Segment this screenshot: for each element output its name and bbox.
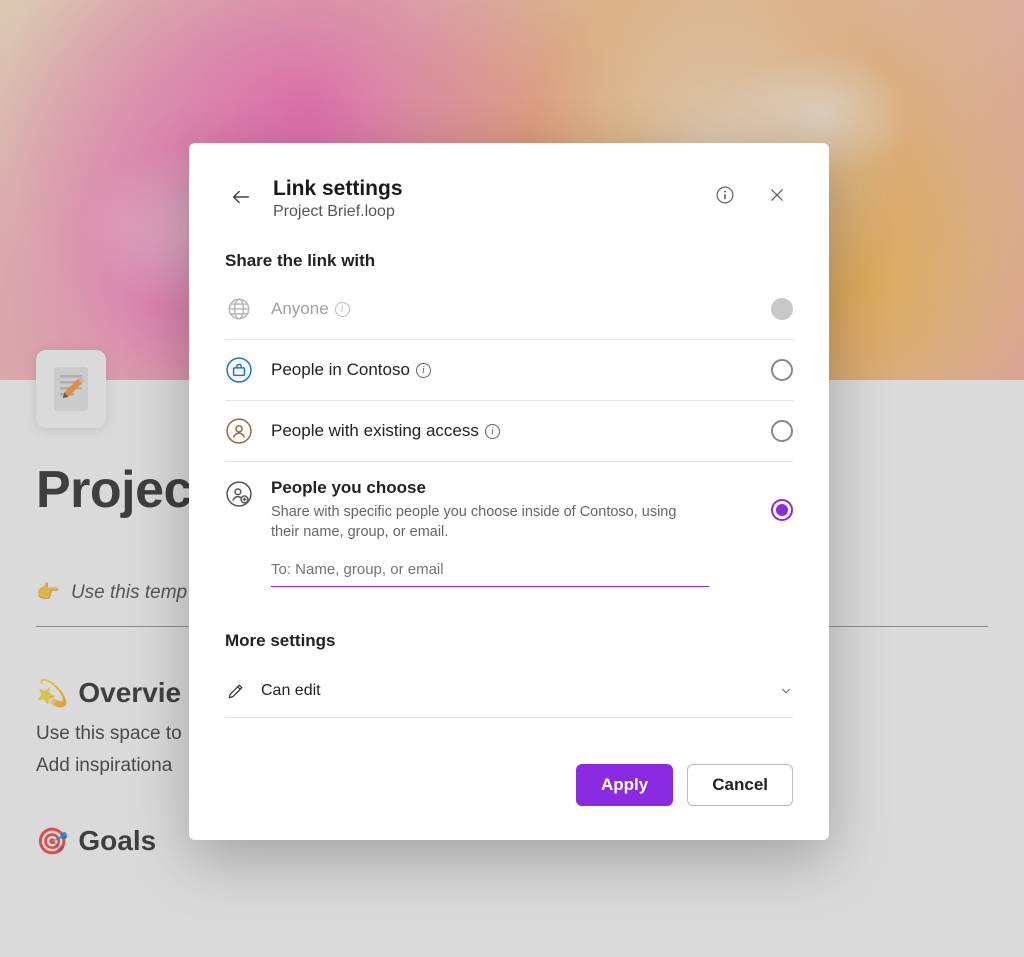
option-org[interactable]: People in Contoso i [225,340,793,401]
radio-choose[interactable] [771,499,793,521]
link-settings-dialog: Link settings Project Brief.loop Share t… [189,143,829,840]
option-choose-description: Share with specific people you choose in… [271,502,691,543]
apply-button[interactable]: Apply [576,764,673,806]
radio-existing[interactable] [771,420,793,442]
person-icon [225,417,253,445]
close-icon [768,186,786,204]
info-mini-icon[interactable]: i [335,302,350,317]
radio-org[interactable] [771,359,793,381]
chevron-down-icon [779,684,793,698]
share-heading: Share the link with [225,251,793,271]
close-button[interactable] [761,179,793,211]
globe-icon [225,295,253,323]
more-settings-heading: More settings [225,631,793,651]
radio-anyone [771,298,793,320]
pencil-icon [225,677,247,705]
option-choose-label: People you choose [271,478,426,498]
option-org-label: People in Contoso [271,360,410,380]
option-existing[interactable]: People with existing access i [225,401,793,462]
info-button[interactable] [709,179,741,211]
dialog-title: Link settings [273,177,693,201]
permission-selector[interactable]: Can edit [225,665,793,718]
info-mini-icon[interactable]: i [416,363,431,378]
cancel-button[interactable]: Cancel [687,764,793,806]
option-anyone: Anyone i [225,285,793,340]
info-mini-icon[interactable]: i [485,424,500,439]
recipients-input[interactable] [271,555,709,587]
briefcase-icon [225,356,253,384]
back-button[interactable] [225,181,257,213]
option-choose[interactable]: People you choose Share with specific pe… [225,462,793,549]
arrow-left-icon [230,186,252,208]
permission-label: Can edit [261,682,765,700]
dialog-subtitle: Project Brief.loop [273,203,693,221]
person-add-icon [225,480,253,508]
option-anyone-label: Anyone [271,299,329,319]
option-existing-label: People with existing access [271,421,479,441]
info-icon [715,185,735,205]
